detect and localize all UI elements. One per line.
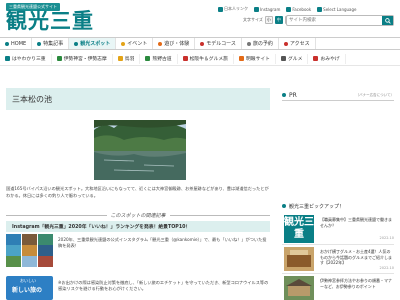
pickup-heading: 観光三重ピックアップ！ [282,200,394,212]
pickup-item[interactable]: 伊勢神宮参拝方法やお参りの順番・マナーなど、お伊勢参りのポイント [320,278,394,289]
nav-home[interactable]: HOME [0,38,33,49]
related-articles-heading: このスポットの関連記事 [6,211,271,219]
subnav-kumano-kodo[interactable]: 熊野古道 [140,53,178,64]
shrine-icon [56,56,62,61]
fish-icon [117,56,123,61]
subnav-site[interactable]: 明眼サイト [234,53,276,64]
meat-icon [182,56,188,61]
divider [282,273,394,274]
spot-description: 国道165号バイパス沿いの観光スポット。大和地区沿いにもなってて、近くには大神宮… [6,186,269,198]
route-icon [200,41,205,46]
spot-photo [94,120,186,180]
subnav-gourmet[interactable]: グルメ [276,53,309,64]
sub-nav: はやわかり三重 伊勢神宮・伊勢志摩 鳥羽 熊野古道 松阪牛＆グルメ旅 明眼サイト… [0,52,400,66]
font-size-medium-button[interactable]: 中 [274,16,283,24]
facebook-icon [286,6,292,12]
food-icon [280,56,286,61]
pickup-icon [282,204,286,208]
divider [169,214,271,216]
pickup-item[interactable]: おかげ横丁グルメ・お土産4選！人気のものから今話題のグルメまでご紹介します【20… [320,249,394,266]
eye-icon [238,56,244,61]
camera-icon [74,41,79,46]
banner-label: 新しい旅の [12,287,43,294]
site-header: 三重県観光連盟公式サイト 観光三重 日本人リンク Instagram Faceb… [0,0,400,36]
header-link-language[interactable]: Select Language [317,6,357,12]
banner-caption: おいしい [20,278,36,283]
header-link-instagram[interactable]: Instagram [254,6,280,12]
header-link-facebook[interactable]: Facebook [286,6,311,12]
pickup-thumbnail[interactable] [284,247,314,271]
car-icon [283,41,288,46]
globe-icon [218,6,223,12]
pr-icon [282,93,286,97]
pickup-thumbnail[interactable] [284,276,314,300]
pickup-logo[interactable]: 観光三重 [284,215,314,243]
search-input[interactable] [289,17,377,24]
site-logo[interactable]: 観光三重 [6,9,94,33]
subnav-ise-shima[interactable]: 伊勢神宮・伊勢志摩 [52,53,113,64]
article-thumbnail[interactable] [6,234,53,267]
article-excerpt: 2020年、三重県観光連盟の公式インスタグラム「観光三重（@kankomie）」… [58,237,267,249]
pr-label: PR [289,91,297,99]
map-icon [5,56,10,61]
header-links: 日本人リンク Instagram Facebook Select Languag… [218,5,357,13]
divider [6,214,107,216]
pickup-date: 2022.10 [379,236,394,240]
subnav-souvenirs[interactable]: おみやげ [308,53,346,64]
subnav-toba[interactable]: 鳥羽 [113,53,141,64]
pickup-date: 2022.10 [379,266,394,270]
divider [282,244,394,245]
home-icon [5,41,9,46]
font-size-label: 文字サイズ [243,17,263,22]
search-button[interactable] [382,16,393,25]
related-article[interactable]: 2020年、三重県観光連盟の公式インスタグラム「観光三重（@kankomie）」… [6,234,270,268]
nav-events[interactable]: イベント [116,38,154,49]
nav-access[interactable]: アクセス [279,38,316,49]
book-icon [37,41,42,46]
nav-features[interactable]: 特集記事 [32,38,70,49]
tree-icon [145,56,151,61]
nav-spots[interactable]: 観光スポット [69,38,117,49]
divider [282,100,394,101]
gift-icon [313,56,319,61]
site-search [286,15,394,26]
nav-activities[interactable]: 遊び・体験 [153,38,196,49]
covid-notice: ※お出かけの際は感染防止対策を徹底し、「新しい旅のエチケット」を守っていただき、… [58,280,269,292]
instagram-icon [254,6,259,12]
search-icon [384,17,391,24]
language-icon [317,6,323,12]
article-title-link[interactable]: Instagram「観光三重」2020年「いいね！」ランキングを発表！絶景TOP… [6,221,270,232]
bed-icon [246,41,251,46]
nav-model-course[interactable]: モデルコース [195,38,242,49]
subnav-quick-guide[interactable]: はやわかり三重 [0,53,52,64]
new-travel-banner[interactable]: おいしい 新しい旅の [6,276,53,300]
pr-ad-note[interactable]: （バナー広告について） [356,93,394,98]
page-title: 三本松の池 [6,88,270,110]
nav-booking[interactable]: 旅の予約 [242,38,279,49]
activity-icon [158,41,163,46]
pickup-item[interactable]: 【職員募集中】三重県観光連盟で働きませんか？ [320,217,394,228]
main-nav: HOME 特集記事 観光スポット イベント 遊び・体験 モデルコース 旅の予約 … [0,37,400,50]
star-icon [121,41,126,46]
subnav-gourmet-trip[interactable]: 松阪牛＆グルメ旅 [178,53,234,64]
header-link-japanese[interactable]: 日本人リンク [218,6,248,12]
font-size-small-button[interactable]: 小 [264,16,273,24]
